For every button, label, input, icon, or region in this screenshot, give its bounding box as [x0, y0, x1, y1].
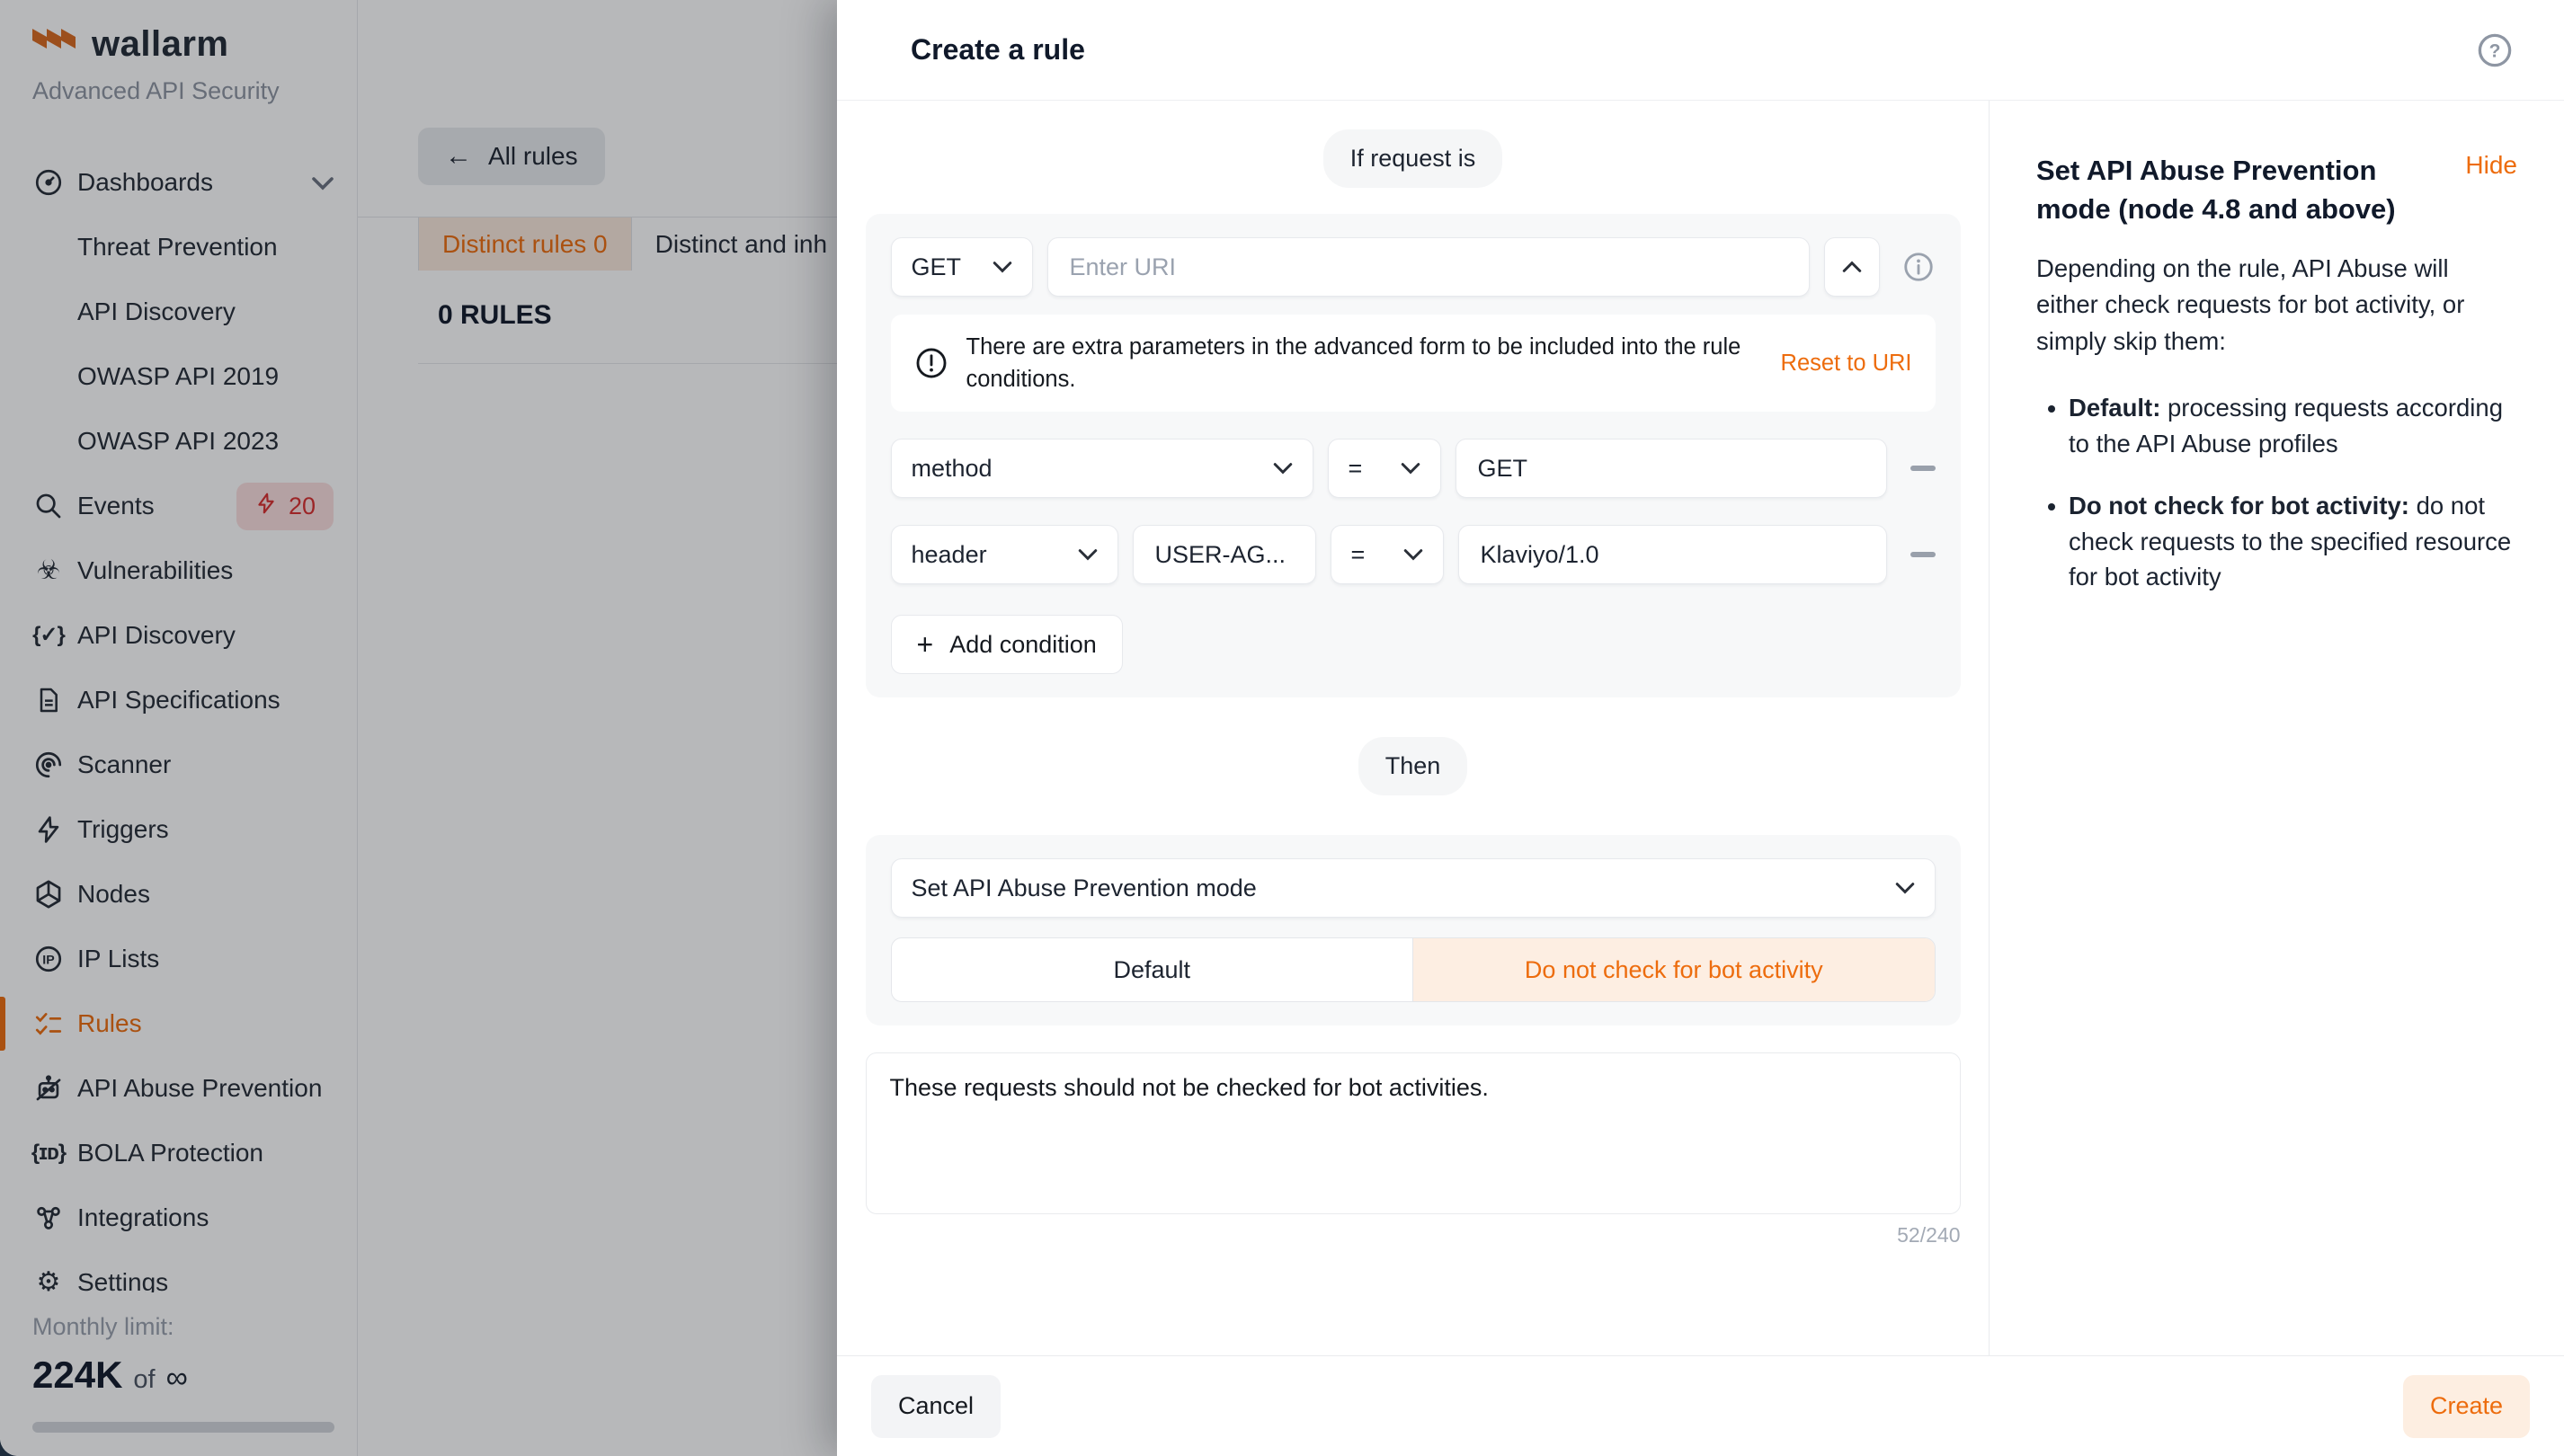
condition-field-select[interactable]: header	[891, 525, 1118, 584]
modal-header: Create a rule ?	[837, 0, 2564, 101]
hide-help-link[interactable]: Hide	[2465, 151, 2517, 180]
uri-row: GET	[891, 237, 1936, 297]
chevron-down-icon	[1273, 462, 1293, 475]
modal-body: If request is GET	[837, 101, 2564, 1355]
modal-title: Create a rule	[911, 33, 1085, 67]
comment-char-counter: 52/240	[866, 1223, 1961, 1247]
condition-value-input[interactable]	[1456, 439, 1887, 498]
plus-icon: +	[917, 630, 934, 659]
add-condition-button[interactable]: + Add condition	[891, 615, 1123, 674]
create-button[interactable]: Create	[2403, 1375, 2530, 1438]
exclamation-icon	[914, 346, 948, 380]
reset-to-uri-link[interactable]: Reset to URI	[1781, 351, 1912, 377]
chevron-down-icon	[1401, 462, 1420, 475]
chevron-down-icon	[1403, 548, 1423, 561]
conditions-panel: GET	[866, 214, 1961, 697]
condition-key-input[interactable]	[1133, 525, 1316, 584]
help-panel-header: Set API Abuse Prevention mode (node 4.8 …	[2036, 151, 2517, 229]
cancel-button[interactable]: Cancel	[871, 1375, 1001, 1438]
rule-comment-textarea[interactable]: These requests should not be checked for…	[866, 1052, 1961, 1214]
chevron-down-icon	[1078, 548, 1098, 561]
help-bullet: Default: processing requests according t…	[2069, 390, 2517, 461]
action-panel: Set API Abuse Prevention mode Default Do…	[866, 835, 1961, 1025]
mode-option-do-not-check[interactable]: Do not check for bot activity	[1412, 938, 1935, 1001]
condition-field-select[interactable]: method	[891, 439, 1313, 498]
condition-operator-select[interactable]: =	[1331, 525, 1444, 584]
advanced-params-warning: There are extra parameters in the advanc…	[891, 315, 1936, 412]
warning-text: There are extra parameters in the advanc…	[966, 331, 1758, 395]
chevron-down-icon	[993, 261, 1012, 273]
mode-segmented-control: Default Do not check for bot activity	[891, 937, 1936, 1002]
collapse-advanced-button[interactable]	[1824, 237, 1880, 297]
remove-condition-icon[interactable]	[1910, 552, 1936, 557]
help-panel-title: Set API Abuse Prevention mode (node 4.8 …	[2036, 151, 2443, 229]
chevron-up-icon	[1842, 261, 1862, 273]
help-panel-bullets: Default: processing requests according t…	[2036, 390, 2517, 595]
modal-footer: Cancel Create	[837, 1355, 2564, 1456]
uri-input[interactable]	[1047, 237, 1810, 297]
help-panel-intro: Depending on the rule, API Abuse will ei…	[2036, 251, 2517, 360]
condition-value-input[interactable]	[1458, 525, 1887, 584]
action-select[interactable]: Set API Abuse Prevention mode	[891, 858, 1936, 918]
condition-operator-select[interactable]: =	[1328, 439, 1441, 498]
condition-row: header =	[891, 525, 1936, 584]
rule-form: If request is GET	[837, 101, 1989, 1355]
help-icon[interactable]: ?	[2476, 31, 2514, 69]
condition-row: method =	[891, 439, 1936, 498]
app-root: wallarm Advanced API Security Dashboards…	[0, 0, 2564, 1456]
mode-option-default[interactable]: Default	[892, 938, 1413, 1001]
chevron-down-icon	[1895, 882, 1915, 894]
help-panel: Set API Abuse Prevention mode (node 4.8 …	[1989, 101, 2564, 1355]
help-bullet: Do not check for bot activity: do not ch…	[2069, 488, 2517, 595]
create-rule-modal: Create a rule ? If request is GET	[837, 0, 2564, 1456]
remove-condition-icon[interactable]	[1910, 466, 1936, 471]
method-select[interactable]: GET	[891, 237, 1033, 297]
info-icon[interactable]	[1901, 250, 1936, 284]
then-pill: Then	[1358, 737, 1468, 795]
if-request-is-pill: If request is	[1323, 129, 1503, 188]
svg-text:?: ?	[2489, 40, 2501, 61]
